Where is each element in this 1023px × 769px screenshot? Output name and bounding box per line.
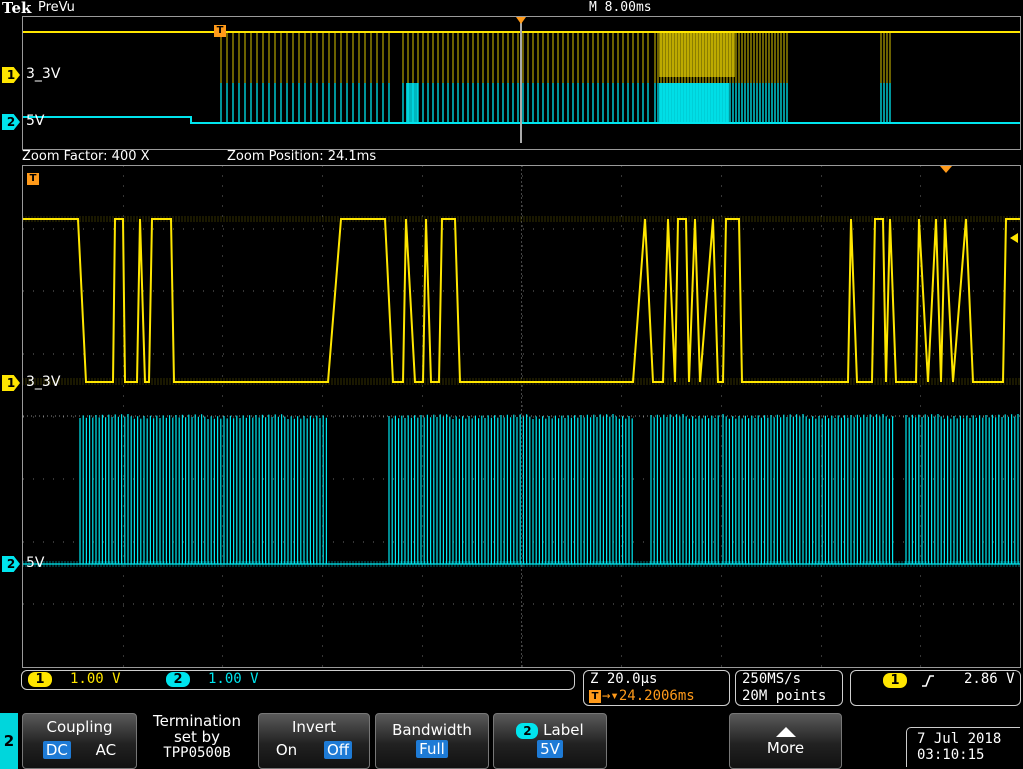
trigger-position: →▾24.2006ms	[602, 688, 695, 704]
coupling-button[interactable]: Coupling DC AC	[22, 713, 137, 769]
ch1-overview-bursts	[220, 32, 891, 87]
zoom-factor: Zoom Factor: 400 X	[22, 149, 150, 164]
overview-trigger-pos-icon	[516, 17, 526, 24]
more-button[interactable]: More	[729, 713, 842, 769]
ch2-label-overview: 5V	[26, 113, 45, 129]
top-status-bar: Tek PreVu M 8.00ms	[0, 0, 1023, 17]
label-channel-badge: 2	[516, 723, 539, 739]
overview-traces	[23, 17, 1020, 143]
trigger-level: 2.86 V	[964, 671, 1015, 687]
rising-edge-icon	[922, 675, 934, 687]
ch2-scale: 1.00 V	[208, 671, 259, 687]
ch1-scale: 1.00 V	[70, 671, 121, 687]
chevron-up-icon	[775, 727, 796, 737]
trigger-marker-main: T	[27, 173, 39, 185]
overview-waveform-window[interactable]	[22, 16, 1021, 150]
record-length: 20M points	[742, 688, 827, 704]
invert-on-option[interactable]: On	[276, 741, 297, 759]
trigger-icon: T	[589, 690, 601, 703]
ch2-ground-marker-main[interactable]: 2	[2, 556, 20, 572]
bandwidth-button[interactable]: Bandwidth Full	[375, 713, 489, 769]
ch1-label-overview: 3_3V	[26, 66, 61, 82]
ch2-label-main: 5V	[26, 555, 45, 571]
trigger-source-badge: 1	[883, 673, 907, 688]
ch2-ground-marker-overview[interactable]: 2	[2, 114, 20, 130]
coupling-dc-option[interactable]: DC	[42, 741, 71, 759]
ch1-label-main: 3_3V	[26, 374, 61, 390]
vertical-scale-readout[interactable]: 1 1.00 V 2 1.00 V	[21, 670, 575, 690]
acquisition-readout[interactable]: 250MS/s 20M points	[735, 670, 843, 706]
trigger-position-icon	[940, 166, 952, 173]
label-title: Label	[543, 721, 584, 739]
channel-menu-tab[interactable]: 2	[0, 713, 18, 769]
zoom-info-bar: Zoom Factor: 400 X Zoom Position: 24.1ms	[22, 149, 1021, 165]
termination-line1: Termination	[153, 712, 241, 730]
invert-button[interactable]: Invert On Off	[258, 713, 370, 769]
ch2-overview-block	[406, 83, 418, 123]
termination-line2: set by	[173, 728, 221, 746]
ch2-badge: 2	[166, 672, 190, 687]
brand-logo: Tek	[2, 0, 32, 17]
zoom-position: Zoom Position: 24.1ms	[227, 149, 377, 164]
termination-info: Termination set by TPP0500B	[141, 713, 253, 769]
time-readout: 03:10:15	[917, 747, 985, 763]
horizontal-readout[interactable]: Z 20.0µs T →▾24.2006ms	[583, 670, 730, 706]
coupling-title: Coupling	[46, 718, 113, 736]
invert-off-option[interactable]: Off	[323, 741, 353, 759]
trigger-level-icon	[1010, 233, 1018, 243]
acquisition-mode: PreVu	[38, 0, 75, 15]
label-button[interactable]: 2 Label 5V	[493, 713, 607, 769]
trigger-readout[interactable]: 1 2.86 V	[850, 670, 1021, 706]
invert-title: Invert	[291, 718, 337, 736]
ch1-badge: 1	[28, 672, 52, 687]
ch2-overview-bursts	[220, 83, 891, 123]
bandwidth-title: Bandwidth	[392, 721, 472, 739]
date-readout: 7 Jul 2018	[917, 731, 1002, 747]
coupling-ac-option[interactable]: AC	[96, 741, 116, 759]
ch1-ground-marker-overview[interactable]: 1	[2, 67, 20, 83]
more-label: More	[766, 739, 805, 757]
ch1-ground-marker-main[interactable]: 1	[2, 375, 20, 391]
zoom-traces	[23, 166, 1020, 667]
ch1-overview-dense	[659, 32, 735, 77]
zoom-waveform-window[interactable]	[22, 165, 1021, 668]
datetime-box: 7 Jul 2018 03:10:15	[906, 727, 1020, 767]
channel-menu-tab-label: 2	[3, 732, 15, 750]
bandwidth-value: Full	[416, 740, 448, 758]
label-value: 5V	[537, 740, 563, 758]
sample-rate: 250MS/s	[742, 671, 802, 687]
trigger-marker-overview: T	[214, 25, 226, 37]
termination-probe: TPP0500B	[163, 745, 231, 761]
timebase-readout: M 8.00ms	[589, 0, 652, 15]
zoom-scale: Z 20.0µs	[590, 671, 658, 687]
ch2-overview-dense	[659, 83, 729, 123]
